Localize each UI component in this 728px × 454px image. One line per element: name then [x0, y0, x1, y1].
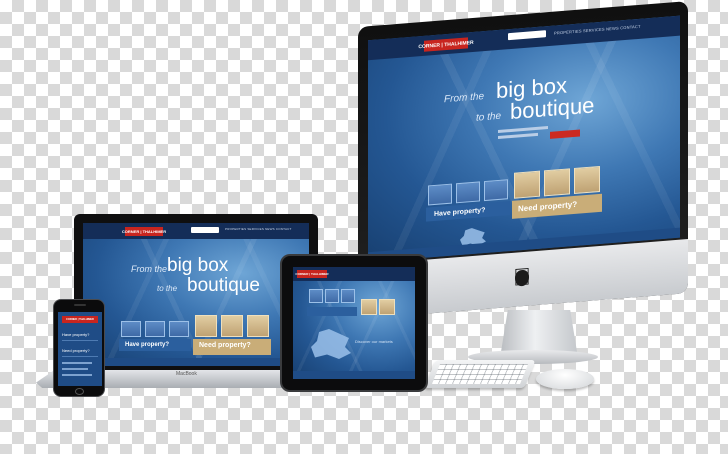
laptop-screen-website: CORNER | THALHIMER PROPERTIES SERVICES N… [83, 223, 309, 366]
headline-small-1: From the [131, 264, 168, 274]
phone-nav-have[interactable]: Have property? [62, 332, 89, 337]
phone-home-button[interactable] [75, 388, 84, 395]
site-navbar: CORNER | THALHIMER PROPERTIES SERVICES N… [83, 223, 309, 239]
phone-divider-2 [62, 356, 98, 357]
site-tile-2[interactable] [145, 321, 165, 337]
phone-list-line-1 [62, 362, 92, 364]
logo-red-text: CORNER [121, 229, 140, 234]
cta-have-property[interactable]: Have property? [125, 342, 169, 348]
site-logo[interactable]: CORNER | THALHIMER [121, 227, 166, 236]
site-tile-2[interactable] [325, 289, 339, 303]
logo-white-text: THALHIMER [310, 272, 329, 276]
site-tile-5[interactable] [221, 315, 243, 337]
phone-nav-need[interactable]: Need property? [62, 348, 90, 353]
tablet-markets-text: Discover our markets [355, 339, 393, 344]
site-tile-4[interactable] [195, 315, 217, 337]
site-tile-6[interactable] [247, 315, 269, 337]
site-tile-3[interactable] [341, 289, 355, 303]
site-band-left [307, 307, 357, 316]
site-tile-3[interactable] [169, 321, 189, 337]
site-tile-1[interactable] [121, 321, 141, 337]
site-logo[interactable]: CORNER | THALHIMER [62, 316, 98, 323]
phone-list-line-2 [62, 368, 88, 370]
tablet-screen-website: CORNER | THALHIMER Discover our markets [293, 267, 415, 379]
tablet: CORNER | THALHIMER Discover our markets [280, 254, 428, 392]
site-footer [293, 371, 415, 379]
site-tile-5[interactable] [379, 299, 395, 315]
phone: CORNER | THALHIMER Have property? Need p… [53, 299, 105, 397]
phone-screen-website: CORNER | THALHIMER Have property? Need p… [58, 312, 102, 386]
logo-red-text: CORNER [66, 318, 77, 321]
site-nav-links[interactable]: PROPERTIES SERVICES NEWS CONTACT [225, 227, 292, 231]
site-map-graphic [311, 329, 351, 359]
cta-need-property[interactable]: Need property? [199, 342, 251, 349]
headline-big-1: big box [167, 255, 229, 276]
site-logo[interactable]: CORNER | THALHIMER [295, 270, 329, 278]
site-footer [83, 358, 309, 366]
site-search-input[interactable] [191, 227, 219, 233]
logo-white-text: THALHIMER [142, 229, 167, 234]
site-navbar: CORNER | THALHIMER [293, 267, 415, 281]
headline-big-2: boutique [187, 275, 260, 296]
phone-list-line-3 [62, 374, 92, 376]
site-tile-4[interactable] [361, 299, 377, 315]
logo-white-text: THALHIMER [79, 318, 94, 321]
phone-divider-1 [62, 340, 98, 341]
logo-red-text: CORNER [295, 272, 309, 276]
headline-small-2: to the [157, 284, 178, 293]
site-tile-1[interactable] [309, 289, 323, 303]
laptop-brand-label: MacBook [176, 371, 197, 377]
phone-speaker [74, 304, 86, 306]
